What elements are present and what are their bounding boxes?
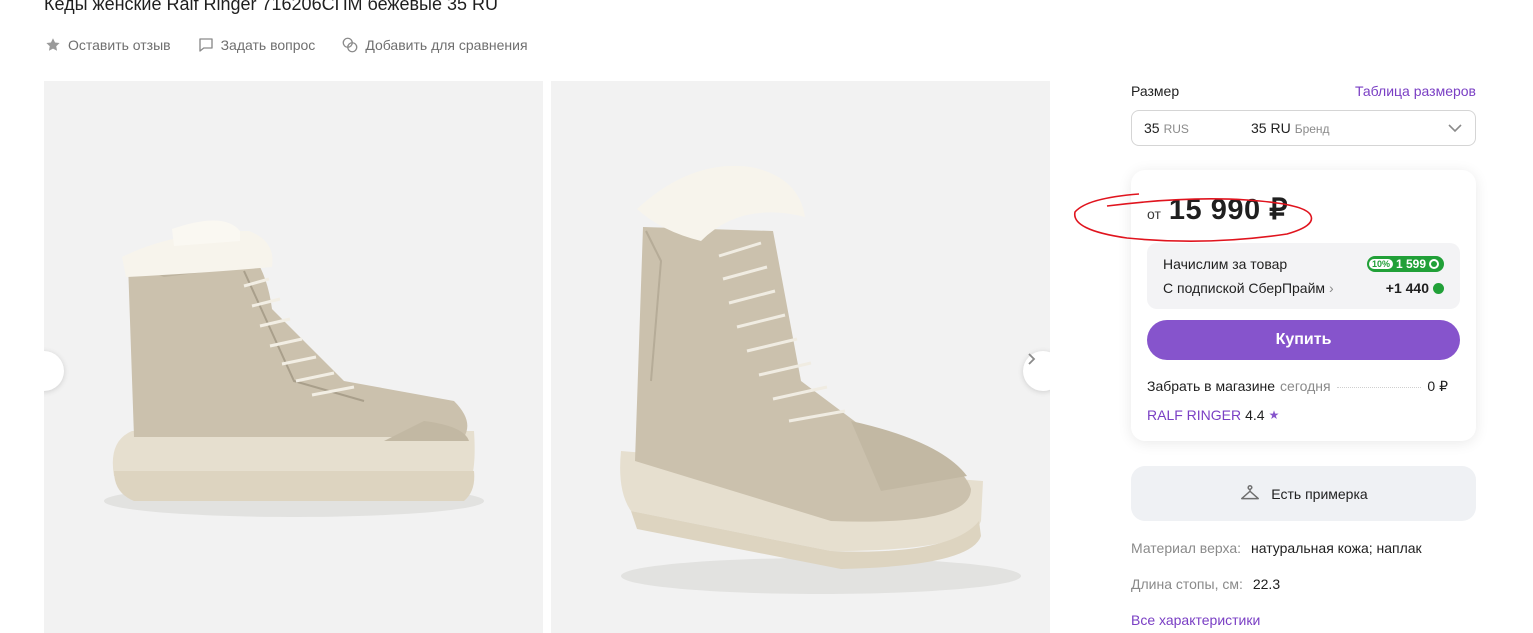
- chevron-right-icon: [1028, 353, 1036, 365]
- leave-review-label: Оставить отзыв: [68, 37, 171, 53]
- ask-question-action[interactable]: Задать вопрос: [197, 36, 316, 54]
- all-specs-link[interactable]: Все характеристики: [1131, 612, 1476, 628]
- ask-question-label: Задать вопрос: [220, 37, 316, 53]
- bonus-value: 1 599: [1395, 257, 1426, 271]
- hanger-icon: [1241, 484, 1260, 499]
- prime-coin-icon: [1433, 282, 1444, 294]
- spec-row: Длина стопы, см: 22.3: [1131, 576, 1476, 612]
- price-card: от 15 990 ₽ Начислим за товар 10% 1 599 …: [1074, 170, 1476, 441]
- size-select[interactable]: 35 RUS 35 RU Бренд: [1131, 110, 1476, 146]
- prime-bonus: +1 440: [1386, 280, 1444, 296]
- purchase-panel: Размер Таблица размеров 35 RUS 35 RU Бренд…: [1074, 80, 1476, 628]
- rating-star-icon: ★: [1268, 408, 1280, 422]
- star-icon: [46, 38, 60, 51]
- bonus-pill: 10% 1 599: [1366, 256, 1444, 272]
- leave-review-action[interactable]: Оставить отзыв: [44, 36, 171, 54]
- bonus-row: Начислим за товар 10% 1 599: [1163, 252, 1444, 276]
- spec-value: 22.3: [1252, 576, 1281, 592]
- chevron-right-small-icon: ›: [1329, 280, 1334, 296]
- spec-value: натуральная кожа; наплак: [1251, 540, 1422, 556]
- add-compare-label: Добавить для сравнения: [365, 37, 528, 53]
- tryon-label: Есть примерка: [1271, 485, 1368, 502]
- dotted-leader: [1336, 387, 1422, 388]
- compare-icon: [342, 37, 358, 53]
- product-photo-side[interactable]: [44, 81, 543, 633]
- size-brand-value: 35 RU: [1251, 120, 1291, 136]
- seller-rating: 4.4: [1245, 407, 1265, 423]
- size-brand-unit: Бренд: [1294, 122, 1330, 136]
- prime-value: +1 440: [1385, 280, 1429, 296]
- size-label: Размер: [1131, 83, 1180, 99]
- prime-link[interactable]: С подпиской СберПрайм ›: [1163, 280, 1334, 296]
- spec-key: Длина стопы, см:: [1131, 576, 1243, 592]
- add-compare-action[interactable]: Добавить для сравнения: [341, 36, 528, 54]
- pickup-when: сегодня: [1280, 378, 1331, 394]
- size-table-link[interactable]: Таблица размеров: [1355, 83, 1476, 99]
- specs-list: Материал верха: натуральная кожа; наплак…: [1131, 540, 1476, 628]
- pickup-cost: 0 ₽: [1427, 378, 1448, 394]
- product-gallery: [44, 81, 1051, 633]
- bonus-label: Начислим за товар: [1163, 256, 1288, 272]
- size-rus-unit: RUS: [1163, 122, 1189, 136]
- seller-name-link[interactable]: RALF RINGER: [1147, 407, 1241, 423]
- spec-key: Материал верха:: [1131, 540, 1242, 556]
- product-photo-angle[interactable]: [551, 81, 1050, 633]
- seller-row: RALF RINGER 4.4 ★: [1147, 407, 1460, 423]
- size-rus: 35 RUS: [1144, 120, 1251, 136]
- size-header: Размер Таблица размеров: [1131, 83, 1476, 99]
- boot-angle-image: [551, 81, 1050, 633]
- bonus-coin-icon: [1429, 259, 1439, 269]
- tryon-button[interactable]: Есть примерка: [1131, 466, 1476, 521]
- chat-icon: [198, 38, 213, 52]
- size-brand: 35 RU Бренд: [1251, 120, 1330, 136]
- size-rus-value: 35: [1144, 120, 1160, 136]
- chevron-down-icon: [1448, 124, 1462, 133]
- product-title: Кеды женские Ralf Ringer 716206СПМ бежев…: [44, 0, 499, 14]
- buy-button[interactable]: Купить: [1147, 320, 1460, 360]
- prime-row[interactable]: С подпиской СберПрайм › +1 440: [1163, 276, 1444, 300]
- bonus-box: Начислим за товар 10% 1 599 С подпиской …: [1147, 243, 1460, 309]
- boot-side-image: [44, 81, 543, 633]
- spec-row: Материал верха: натуральная кожа; наплак: [1131, 540, 1476, 576]
- prime-label: С подпиской СберПрайм: [1163, 280, 1326, 296]
- pickup-label: Забрать в магазине: [1147, 378, 1276, 394]
- bonus-percent: 10%: [1368, 259, 1393, 269]
- annotation-ellipse: [1074, 193, 1313, 242]
- product-actions: Оставить отзыв Задать вопрос Добавить дл…: [44, 36, 528, 54]
- pickup-row: Забрать в магазине сегодня 0 ₽: [1147, 378, 1460, 395]
